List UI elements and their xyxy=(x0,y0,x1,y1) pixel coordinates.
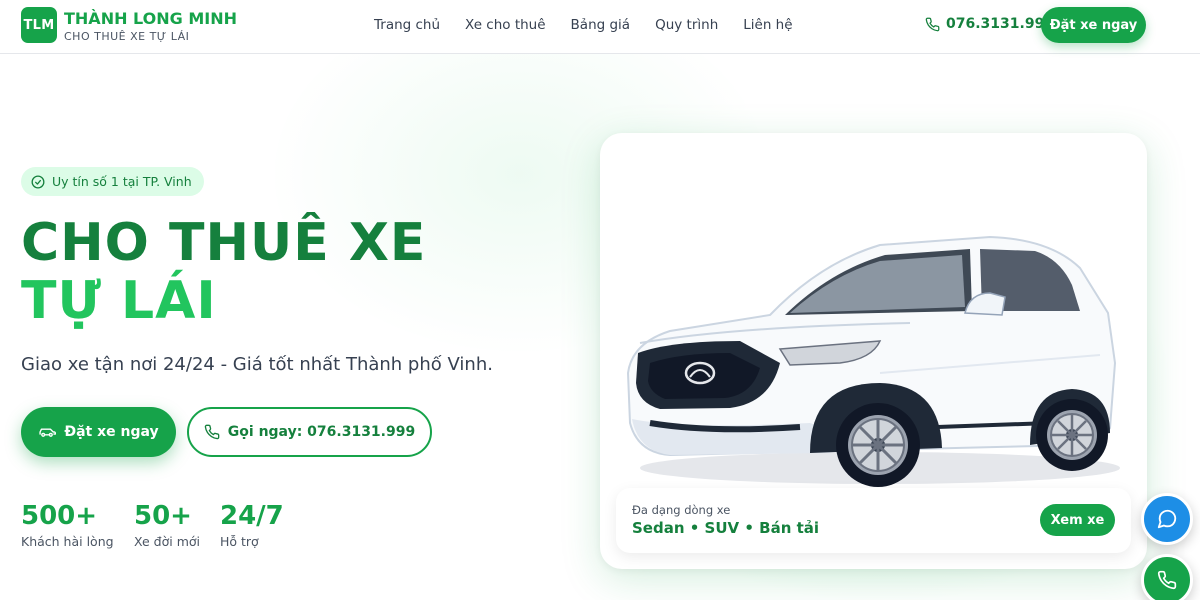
hero-title-main: CHO THUÊ XE xyxy=(21,213,427,273)
car-icon xyxy=(39,428,57,437)
car-info-bar: Đa dạng dòng xe Sedan • SUV • Bán tải Xe… xyxy=(616,488,1131,553)
hero-title: CHO THUÊ XE TỰ LÁI xyxy=(21,214,521,330)
hero-title-highlight: TỰ LÁI xyxy=(21,271,217,331)
chat-fab-button[interactable] xyxy=(1141,493,1193,545)
car-image xyxy=(626,235,1120,487)
nav-item-home[interactable]: Trang chủ xyxy=(374,17,440,33)
chat-bubble-icon xyxy=(1157,509,1177,529)
nav-item-pricing[interactable]: Bảng giá xyxy=(571,17,631,33)
trust-badge-text: Uy tín số 1 tại TP. Vinh xyxy=(52,174,192,189)
stat-label: Hỗ trợ xyxy=(220,534,259,549)
site-header: TLM THÀNH LONG MINH CHO THUÊ XE TỰ LÁI T… xyxy=(0,0,1200,54)
logo-badge[interactable]: TLM xyxy=(21,7,57,43)
stat-label: Xe đời mới xyxy=(134,534,200,549)
stat-support: 24/7 Hỗ trợ xyxy=(220,500,284,549)
view-cars-button[interactable]: Xem xe xyxy=(1040,504,1115,536)
header-book-button[interactable]: Đặt xe ngay xyxy=(1041,7,1146,43)
header-phone-number: 076.3131.999 xyxy=(946,16,1055,32)
stat-label: Khách hài lòng xyxy=(21,534,114,549)
hero-subtitle: Giao xe tận nơi 24/24 - Giá tốt nhất Thà… xyxy=(21,354,493,375)
check-circle-icon xyxy=(31,175,45,188)
brand-tagline: CHO THUÊ XE TỰ LÁI xyxy=(64,30,190,43)
trust-badge: Uy tín số 1 tại TP. Vinh xyxy=(21,167,204,196)
hero-call-button[interactable]: Gọi ngay: 076.3131.999 xyxy=(187,407,432,457)
hero-call-label: Gọi ngay: 076.3131.999 xyxy=(227,424,416,440)
stat-value: 24/7 xyxy=(220,501,284,531)
phone-icon xyxy=(204,424,220,440)
hero-book-label: Đặt xe ngay xyxy=(64,424,159,440)
phone-icon xyxy=(925,17,940,31)
call-fab-button[interactable] xyxy=(1141,554,1193,600)
stat-value: 500+ xyxy=(21,501,98,531)
car-info-types: Sedan • SUV • Bán tải xyxy=(632,519,820,537)
nav-item-cars[interactable]: Xe cho thuê xyxy=(465,17,545,33)
brand-name[interactable]: THÀNH LONG MINH xyxy=(64,9,237,28)
stat-value: 50+ xyxy=(134,501,192,531)
nav-item-process[interactable]: Quy trình xyxy=(655,17,718,33)
car-info-caption: Đa dạng dòng xe xyxy=(632,503,731,517)
car-showcase-card: Đa dạng dòng xe Sedan • SUV • Bán tải Xe… xyxy=(600,133,1147,569)
hero-book-button[interactable]: Đặt xe ngay xyxy=(21,407,176,457)
header-phone-link[interactable]: 076.3131.999 xyxy=(925,16,1054,32)
stat-cars: 50+ Xe đời mới xyxy=(134,500,200,549)
stat-customers: 500+ Khách hài lòng xyxy=(21,500,114,549)
nav-item-contact[interactable]: Liên hệ xyxy=(743,17,792,33)
main-nav: Trang chủ Xe cho thuê Bảng giá Quy trình… xyxy=(374,17,793,33)
phone-icon xyxy=(1157,570,1177,590)
